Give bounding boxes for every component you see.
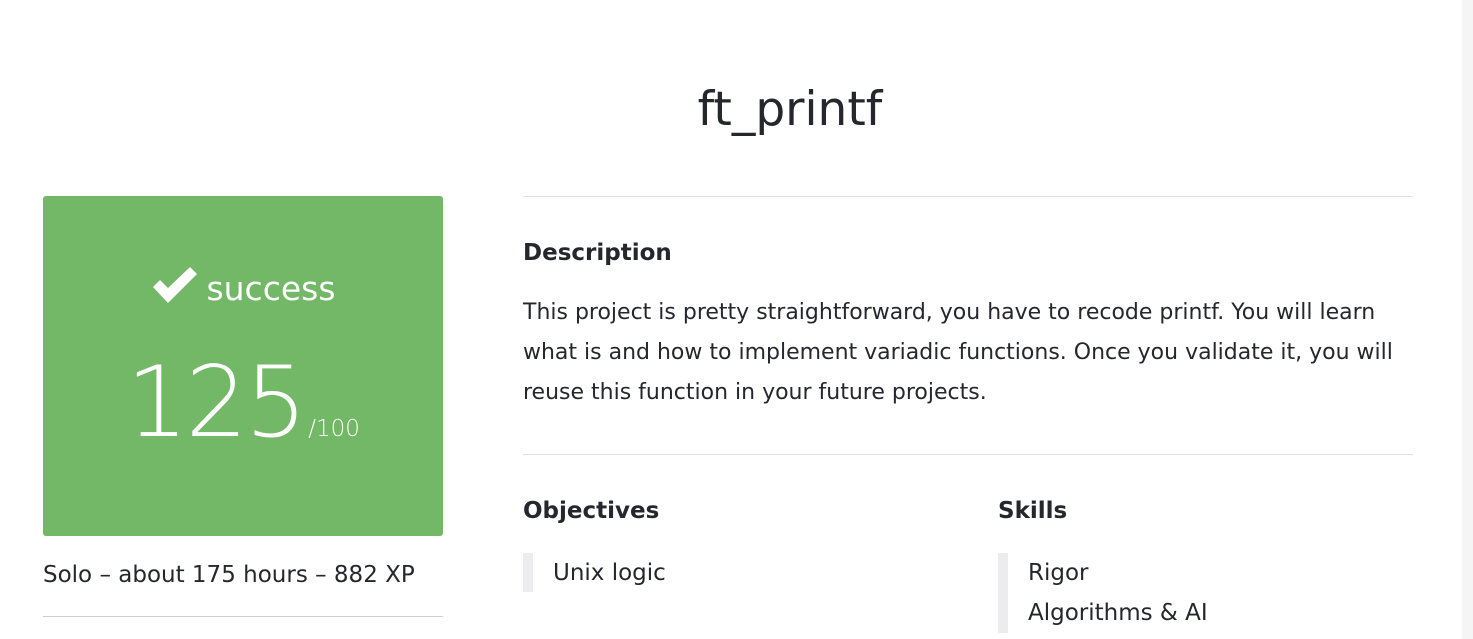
objectives-heading: Objectives xyxy=(523,498,660,524)
project-title: ft_printf xyxy=(697,82,883,137)
description-text: This project is pretty straightforward, … xyxy=(523,300,1393,405)
skills-list: Rigor Algorithms & AI xyxy=(998,553,1208,633)
score-max: /100 xyxy=(308,416,360,442)
project-meta: Solo – about 175 hours – 882 XP xyxy=(43,562,415,588)
objective-item: Unix logic xyxy=(553,560,666,586)
score-value: 125 xyxy=(126,346,307,460)
description-heading: Description xyxy=(523,240,672,266)
skill-item: Rigor xyxy=(1028,560,1089,586)
score-card: success 125/100 xyxy=(43,196,443,536)
skills-heading: Skills xyxy=(998,498,1068,524)
divider xyxy=(523,196,1413,197)
check-icon xyxy=(153,267,198,303)
objectives-list: Unix logic xyxy=(523,553,666,592)
status-label: success xyxy=(206,269,336,308)
project-page: ft_printf success 125/100 Solo – about 1… xyxy=(0,0,1473,639)
status-row: success xyxy=(43,266,443,308)
score-row: 125/100 xyxy=(43,354,443,452)
divider xyxy=(43,616,443,617)
scrollbar-track[interactable] xyxy=(1462,0,1473,639)
divider xyxy=(523,454,1413,455)
skill-item: Algorithms & AI xyxy=(1028,600,1208,626)
